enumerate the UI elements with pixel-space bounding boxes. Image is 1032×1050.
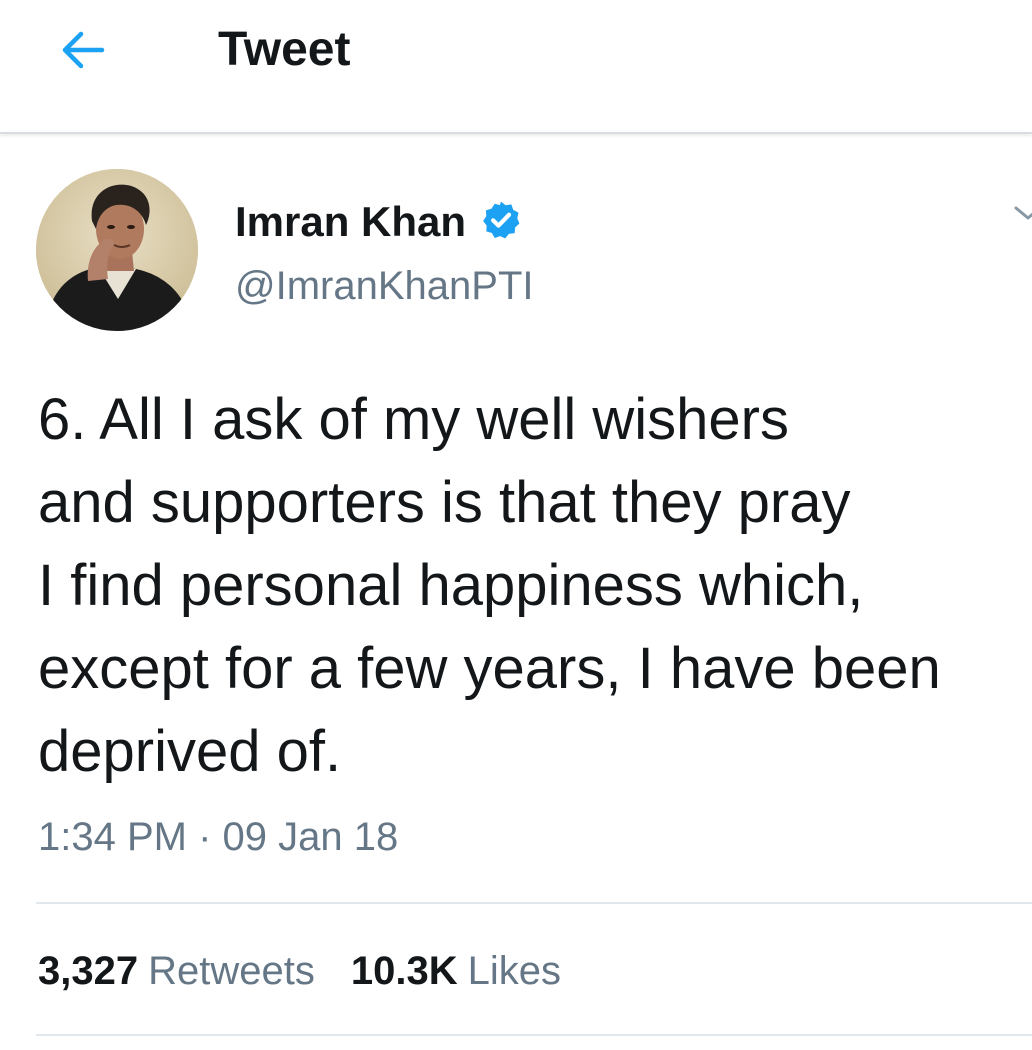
tweet-line: except for a few years, I have been xyxy=(38,636,941,701)
divider xyxy=(36,1034,1032,1036)
page-title: Tweet xyxy=(218,23,351,76)
tweet-line: deprived of. xyxy=(38,719,342,784)
likes-label: Likes xyxy=(467,949,561,993)
author-name[interactable]: Imran Khan xyxy=(235,198,466,246)
arrow-left-icon xyxy=(62,31,105,69)
tweet-stats: 3,327 Retweets 10.3K Likes xyxy=(38,945,561,997)
verified-badge-icon xyxy=(483,201,520,239)
profile-photo xyxy=(36,169,198,331)
top-app-bar: Tweet xyxy=(0,0,1032,134)
retweets-stat[interactable]: 3,327 Retweets xyxy=(38,945,315,997)
chevron-down-icon[interactable] xyxy=(1010,200,1032,226)
tweet-line: I find personal happiness which, xyxy=(38,553,864,618)
author-handle[interactable]: @ImranKhanPTI xyxy=(235,262,534,310)
tweet-line: 6. All I ask of my well wishers xyxy=(38,387,789,452)
divider xyxy=(36,902,1032,904)
retweets-label: Retweets xyxy=(148,949,315,993)
likes-count: 10.3K xyxy=(350,949,458,993)
back-button[interactable] xyxy=(52,22,116,78)
tweet-line: and supporters is that they pray xyxy=(38,470,851,535)
avatar[interactable] xyxy=(36,169,198,331)
tweet-timestamp: 1:34 PM · 09 Jan 18 xyxy=(38,815,399,859)
retweets-count: 3,327 xyxy=(38,949,139,993)
likes-stat[interactable]: 10.3K Likes xyxy=(351,945,561,997)
tweet-text: 6. All I ask of my well wishers and suppo… xyxy=(38,378,1032,798)
